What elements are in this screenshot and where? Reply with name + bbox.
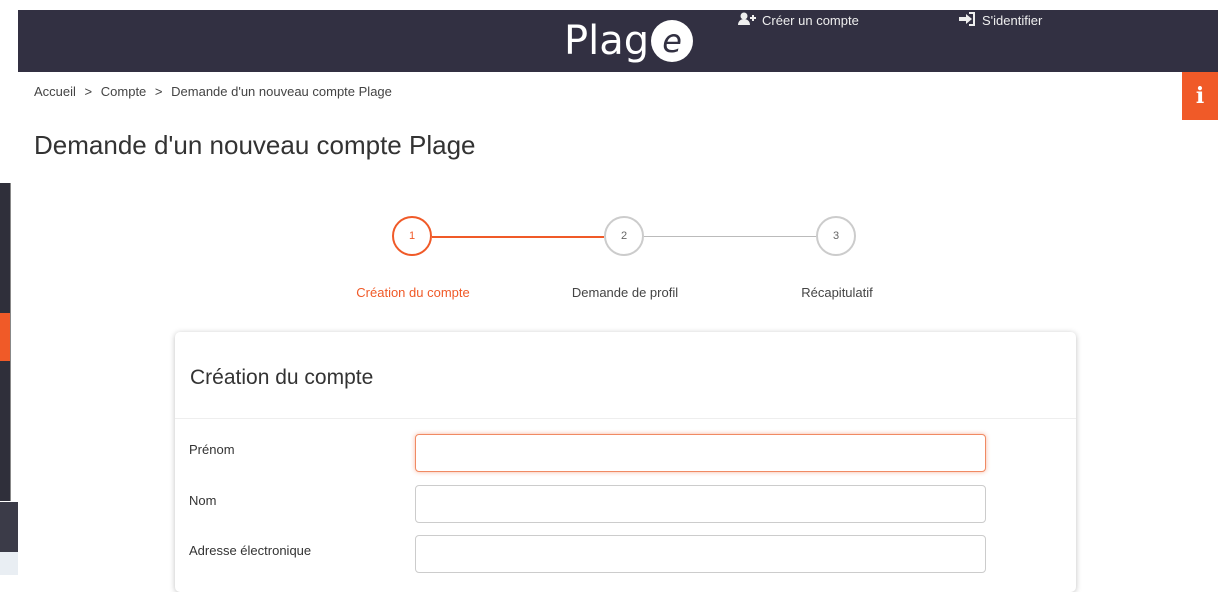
step-1-label: Création du compte [356, 285, 470, 300]
card-divider [175, 418, 1076, 419]
breadcrumb-home[interactable]: Accueil [34, 84, 76, 99]
breadcrumb-separator: > [154, 84, 163, 99]
login-label: S'identifier [982, 13, 1043, 28]
breadcrumb-current: Demande d'un nouveau compte Plage [171, 84, 392, 99]
sign-in-icon [958, 12, 976, 29]
plage-logo[interactable]: Plag e [564, 10, 694, 72]
logo-e-circle: e [651, 20, 694, 62]
background-window-footer [0, 502, 18, 552]
page-title: Demande d'un nouveau compte Plage [34, 130, 476, 160]
step-3-number: 3 [832, 230, 840, 242]
logo-text: Plag [564, 18, 650, 64]
step-connector-1 [432, 236, 604, 238]
breadcrumb: Accueil > Compte > Demande d'un nouveau … [34, 84, 392, 99]
create-account-label: Créer un compte [762, 13, 859, 28]
top-header: Plag e Créer un compte S'identifier [18, 10, 1218, 72]
step-connector-2 [644, 236, 816, 237]
first-name-label: Prénom [189, 442, 235, 457]
step-3-circle[interactable]: 3 [816, 216, 856, 256]
info-button[interactable]: i [1182, 72, 1218, 120]
account-creation-card: Création du compte Prénom Nom Adresse él… [175, 332, 1076, 592]
step-3-label: Récapitulatif [801, 285, 873, 300]
background-window-info-tab [0, 313, 10, 361]
last-name-label: Nom [189, 493, 217, 508]
background-window-bottom [0, 552, 18, 575]
first-name-input[interactable] [415, 434, 986, 472]
breadcrumb-account[interactable]: Compte [101, 84, 147, 99]
card-title: Création du compte [190, 366, 374, 389]
email-label: Adresse électronique [189, 543, 312, 558]
login-link[interactable]: S'identifier [958, 12, 1042, 29]
add-user-icon [738, 12, 756, 29]
step-2-label: Demande de profil [571, 285, 679, 300]
info-icon: i [1195, 83, 1205, 109]
step-2-circle[interactable]: 2 [604, 216, 644, 256]
last-name-input[interactable] [415, 485, 986, 523]
step-1-number: 1 [408, 230, 416, 242]
breadcrumb-separator: > [84, 84, 93, 99]
step-1-circle[interactable]: 1 [392, 216, 432, 256]
email-input[interactable] [415, 535, 986, 573]
step-2-number: 2 [620, 230, 628, 242]
create-account-link[interactable]: Créer un compte [738, 12, 859, 29]
